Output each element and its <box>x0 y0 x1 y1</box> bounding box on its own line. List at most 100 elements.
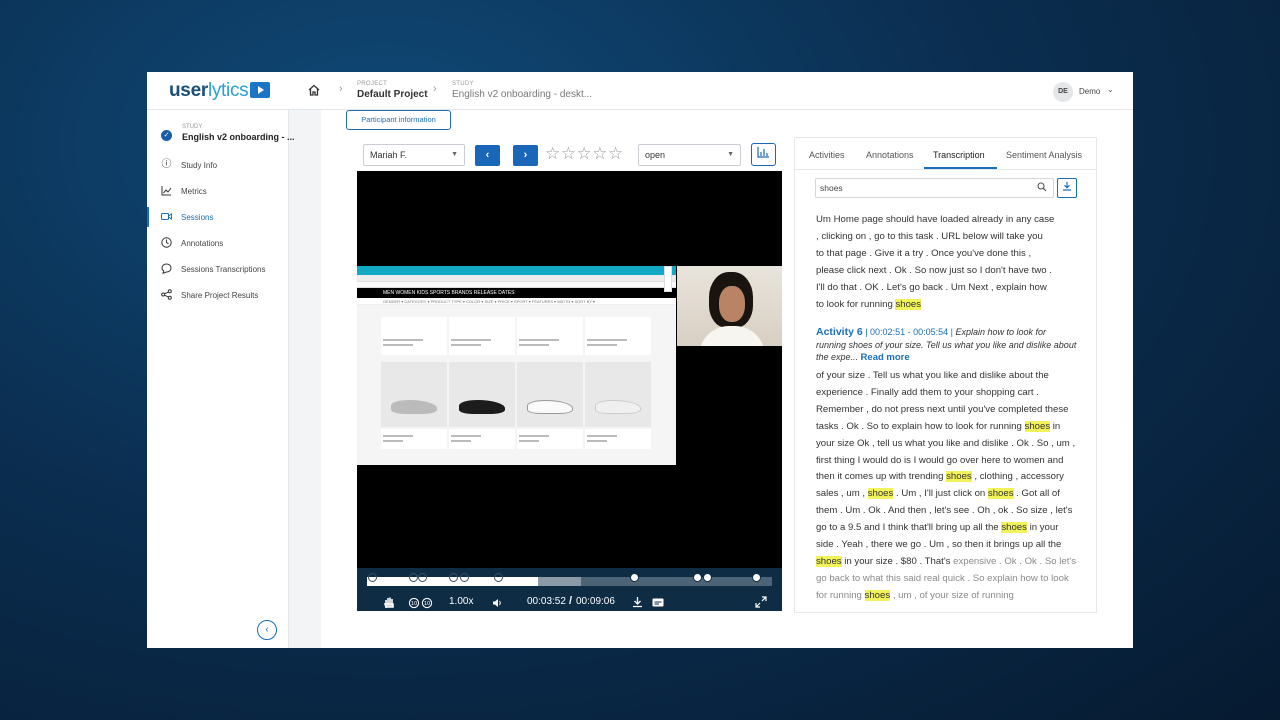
volume-icon[interactable] <box>492 598 503 608</box>
search-highlight: shoes <box>1024 420 1051 432</box>
sidebar-study-value: English v2 onboarding - ... <box>182 132 295 142</box>
playback-speed-button[interactable]: 1.00x <box>449 596 473 607</box>
product-tile <box>585 362 651 427</box>
next-session-button[interactable]: › <box>513 145 538 166</box>
clock-icon <box>161 237 172 248</box>
bar-chart-icon <box>757 147 769 158</box>
hand-grab-icon[interactable] <box>382 595 396 609</box>
search-icon[interactable] <box>1037 182 1047 192</box>
product-caption <box>585 429 651 449</box>
activity-title[interactable]: Activity 6 <box>816 326 863 338</box>
player-controls: 10 10 1.00x 00:03:52 / 00:09:06 <box>357 568 782 611</box>
site-nav: MEN WOMEN KIDS SPORTS BRANDS RELEASE DAT… <box>357 288 676 298</box>
star-icon[interactable]: ☆ <box>608 144 624 163</box>
tab-annotations[interactable]: Annotations <box>866 150 914 160</box>
user-name[interactable]: Demo <box>1079 87 1100 96</box>
product-caption <box>517 317 583 355</box>
chevron-down-icon: ▼ <box>451 151 458 158</box>
browser-urlbar <box>357 275 676 282</box>
product-caption <box>449 317 515 355</box>
breadcrumb-study-label: STUDY <box>452 81 474 87</box>
annotation-marker[interactable] <box>494 573 503 582</box>
annotation-marker[interactable] <box>752 573 761 582</box>
product-caption <box>517 429 583 449</box>
sidebar-item-study-info[interactable]: ⓘ Study Info <box>147 155 288 175</box>
previous-session-button[interactable]: ‹ <box>475 145 500 166</box>
annotation-marker[interactable] <box>368 573 377 582</box>
progress-buffered <box>538 577 581 586</box>
breadcrumb-project[interactable]: PROJECT Default Project <box>357 81 428 100</box>
star-icon[interactable]: ☆ <box>592 144 608 163</box>
download-transcript-button[interactable] <box>1057 178 1077 198</box>
captions-icon[interactable] <box>652 598 664 607</box>
product-tile <box>517 362 583 427</box>
transcript-text: in your size . $80 . That's <box>841 555 954 567</box>
logo-text-light: lytics <box>207 80 249 101</box>
top-bar: userlytics › PROJECT Default Project › S… <box>147 72 1133 110</box>
annotation-marker[interactable] <box>693 573 702 582</box>
panel-tabs: Activities Annotations Transcription Sen… <box>795 138 1096 170</box>
sidebar: ✓ STUDY English v2 onboarding - ... ⓘ St… <box>147 110 295 648</box>
collapse-sidebar-button[interactable]: ‹ <box>257 620 277 640</box>
star-icon[interactable]: ☆ <box>545 144 561 163</box>
sidebar-item-label: Share Project Results <box>181 291 259 300</box>
star-rating[interactable]: ☆☆☆☆☆ <box>545 144 624 164</box>
fullscreen-icon[interactable] <box>755 596 767 608</box>
read-more-link[interactable]: Read more <box>861 352 910 363</box>
info-icon: ⓘ <box>161 159 172 170</box>
avatar[interactable]: DE <box>1053 82 1073 102</box>
participant-information-button[interactable]: Participant information <box>346 110 451 130</box>
shoe-image <box>527 400 573 414</box>
forward-10-icon[interactable]: 10 <box>421 597 433 609</box>
shoe-image <box>459 400 505 414</box>
tab-activities[interactable]: Activities <box>809 150 845 160</box>
transcript-line: please click next . Ok . So now just so … <box>816 264 1052 276</box>
app-window: userlytics › PROJECT Default Project › S… <box>147 72 1133 648</box>
webcam-feed <box>677 266 782 346</box>
sidebar-item-annotations[interactable]: Annotations <box>147 233 288 253</box>
video-area[interactable]: MEN WOMEN KIDS SPORTS BRANDS RELEASE DAT… <box>357 171 782 611</box>
star-icon[interactable]: ☆ <box>577 144 593 163</box>
annotation-marker[interactable] <box>409 573 418 582</box>
annotation-marker[interactable] <box>703 573 712 582</box>
transcript-line: I'll do that . OK . Let's go back . Um N… <box>816 281 1047 293</box>
transcript-search-input[interactable]: shoes <box>815 178 1054 198</box>
sidebar-item-sessions[interactable]: Sessions <box>147 207 288 227</box>
transcript-text: . Um , I'll just click on <box>893 488 988 500</box>
annotation-marker[interactable] <box>460 573 469 582</box>
product-tile <box>449 362 515 427</box>
download-icon[interactable] <box>632 596 643 608</box>
chevron-down-icon[interactable]: ⌄ <box>1107 85 1114 94</box>
session-player: Mariah F. ▼ ‹ › ☆☆☆☆☆ open ▼ MEN WOMEN K… <box>357 137 783 613</box>
search-highlight: shoes <box>1001 522 1027 534</box>
total-time: 00:09:06 <box>576 596 615 607</box>
annotation-marker[interactable] <box>418 573 427 582</box>
sidebar-item-label: Sessions Transcriptions <box>181 265 266 274</box>
transcript-panel: Activities Annotations Transcription Sen… <box>794 137 1097 613</box>
breadcrumb-study[interactable]: STUDY English v2 onboarding - deskt... <box>452 81 592 100</box>
annotation-marker[interactable] <box>449 573 458 582</box>
check-circle-icon: ✓ <box>161 130 172 141</box>
annotation-marker[interactable] <box>630 573 639 582</box>
chevron-right-icon: › <box>523 149 528 161</box>
sidebar-item-share-project-results[interactable]: Share Project Results <box>147 285 288 305</box>
tab-transcription[interactable]: Transcription <box>933 150 985 160</box>
rewind-10-icon[interactable]: 10 <box>408 597 420 609</box>
home-icon[interactable] <box>307 83 321 97</box>
sidebar-item-sessions-transcriptions[interactable]: Sessions Transcriptions <box>147 259 288 279</box>
status-select[interactable]: open ▼ <box>638 144 741 166</box>
current-time: 00:03:52 <box>527 596 566 607</box>
metrics-chart-button[interactable] <box>751 143 776 166</box>
active-tab-indicator <box>924 167 997 169</box>
site-nav-text: MEN WOMEN KIDS SPORTS BRANDS RELEASE DAT… <box>383 290 515 296</box>
sidebar-item-metrics[interactable]: Metrics <box>147 181 288 201</box>
logo[interactable]: userlytics <box>169 80 271 102</box>
tab-sentiment-analysis[interactable]: Sentiment Analysis <box>1006 150 1082 160</box>
chevron-left-icon: ‹ <box>485 149 490 161</box>
chat-icon <box>161 263 172 274</box>
star-icon[interactable]: ☆ <box>561 144 577 163</box>
participant-select[interactable]: Mariah F. ▼ <box>363 144 465 166</box>
transcript-text-upcoming: , um , of your size of running <box>890 589 1014 601</box>
transcript-line: Um Home page should have loaded already … <box>816 214 1055 225</box>
product-caption <box>381 429 447 449</box>
